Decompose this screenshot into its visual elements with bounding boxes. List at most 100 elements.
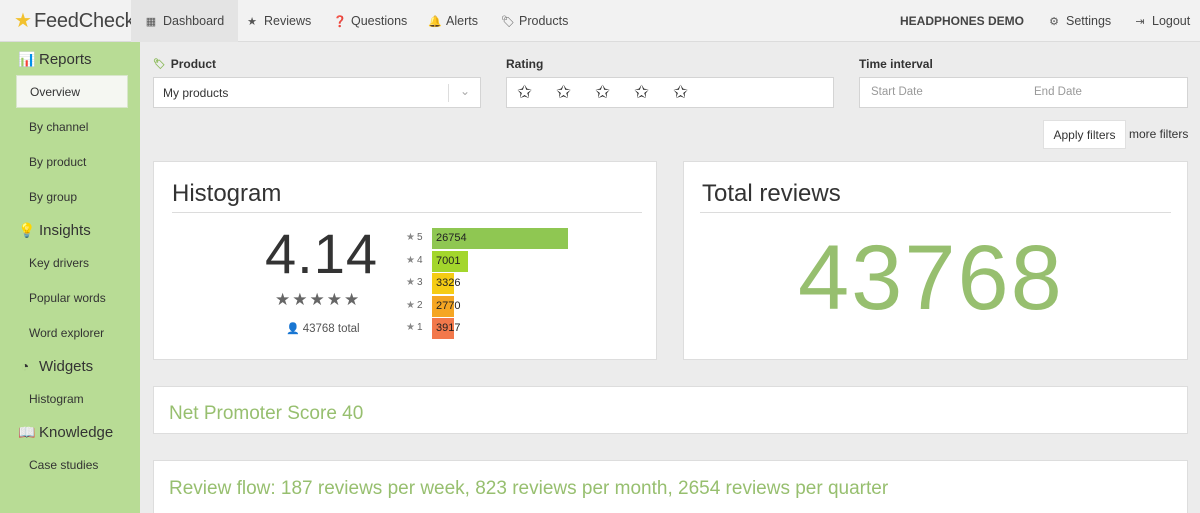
brand-name: FeedCheck: [33, 9, 135, 32]
sidebar-section-insights: 💡 Insights: [18, 219, 91, 241]
histogram-bar-value: 2770: [436, 300, 461, 312]
rating-filter: ✩ ✩ ✩ ✩ ✩: [506, 77, 834, 108]
nav-dashboard-label: Dashboard: [163, 14, 225, 28]
sidebar-item-histogram[interactable]: Histogram: [16, 382, 128, 415]
product-filter-label: 🏷 Product: [153, 57, 216, 71]
histogram-row-label: ★ 4: [406, 255, 423, 266]
rating-star-3-icon[interactable]: ✩: [595, 83, 610, 101]
sidebar-section-label: Widgets: [39, 357, 94, 375]
bell-icon: 🔔: [428, 15, 442, 28]
nav-logout[interactable]: ⇥ Logout: [1120, 0, 1200, 42]
product-select[interactable]: My products ⌄: [153, 77, 481, 108]
average-rating: 4.14: [265, 222, 378, 285]
histogram-card: Histogram: [153, 161, 657, 360]
star-icon: ★: [247, 15, 257, 28]
nav-questions[interactable]: ❓ Questions: [319, 0, 421, 42]
nps-text: Net Promoter Score 40: [169, 403, 364, 424]
rating-star-2-icon[interactable]: ✩: [556, 83, 571, 101]
histogram-bar-value: 3326: [436, 277, 461, 289]
lightbulb-icon: 💡: [18, 221, 36, 238]
top-nav-bar: ★ FeedCheck ▦ Dashboard ★ Reviews ❓ Ques…: [0, 0, 1200, 42]
histogram-title: Histogram: [172, 180, 282, 207]
apply-filters-button[interactable]: Apply filters: [1043, 120, 1126, 149]
total-count-text: 43768 total: [302, 322, 360, 335]
review-flow-text: Review flow: 187 reviews per week, 823 r…: [169, 478, 889, 499]
total-reviews-value: 43768: [798, 227, 1064, 329]
star-level: 2: [416, 300, 423, 311]
review-flow-card: Review flow: 187 reviews per week, 823 r…: [153, 460, 1188, 513]
histogram-row-label: ★ 2: [406, 300, 423, 311]
dashboard-gauge-icon: ◔: [20, 358, 30, 374]
brand-logo[interactable]: ★ FeedCheck: [14, 6, 135, 36]
histogram-bar-value: 7001: [436, 255, 461, 267]
grid-icon: ▦: [145, 15, 157, 28]
tags-icon: 🏷: [501, 15, 515, 28]
star-level: 1: [416, 322, 423, 333]
nav-reviews[interactable]: ★ Reviews: [232, 0, 325, 42]
time-interval-label: Time interval: [859, 57, 933, 71]
product-select-value: My products: [163, 85, 229, 100]
star-level: 4: [416, 255, 423, 266]
rating-star-1-icon[interactable]: ✩: [517, 83, 532, 101]
sidebar-section-label: Knowledge: [39, 423, 114, 441]
sidebar-item-case-studies[interactable]: Case studies: [16, 448, 128, 481]
histogram-row-label: ★ 1: [406, 322, 423, 333]
chevron-down-icon[interactable]: ⌄: [460, 84, 470, 98]
bar-chart-icon: 📊: [18, 50, 36, 67]
star-icon: ★: [406, 232, 415, 243]
star-level: 3: [416, 277, 423, 288]
sidebar: 📊 Reports Overview By channel By product…: [0, 42, 140, 513]
nav-products[interactable]: 🏷 Products: [487, 0, 582, 42]
sidebar-item-by-channel[interactable]: By channel: [16, 110, 128, 143]
sidebar-item-by-group[interactable]: By group: [16, 180, 128, 213]
title-divider: [700, 212, 1171, 213]
nps-card: Net Promoter Score 40: [153, 386, 1188, 434]
question-icon: ❓: [333, 15, 347, 28]
nav-settings[interactable]: ⚙ Settings: [1034, 0, 1125, 42]
start-date-input[interactable]: Start Date: [871, 86, 923, 98]
star-icon: ★: [406, 255, 415, 266]
title-divider: [172, 212, 642, 213]
user-icon: 👤: [286, 323, 300, 335]
sidebar-section-label: Reports: [39, 50, 92, 68]
nav-products-label: Products: [519, 14, 569, 28]
sidebar-section-label: Insights: [39, 221, 91, 239]
product-label-text: Product: [170, 57, 217, 71]
logo-star-icon: ★: [14, 10, 32, 32]
histogram-bar-value: 26754: [436, 232, 467, 244]
sidebar-item-popular-words[interactable]: Popular words: [16, 281, 128, 314]
star-icon: ★: [406, 322, 415, 333]
total-reviews-title: Total reviews: [702, 180, 841, 207]
star-icon: ★: [406, 277, 415, 288]
nav-alerts[interactable]: 🔔 Alerts: [414, 0, 492, 42]
nav-logout-label: Logout: [1152, 14, 1191, 28]
nav-reviews-label: Reviews: [264, 14, 312, 28]
book-icon: 📖: [18, 423, 36, 440]
nav-dashboard[interactable]: ▦ Dashboard: [131, 0, 239, 42]
star-icon: ★: [406, 300, 415, 311]
histogram-row-label: ★ 3: [406, 277, 423, 288]
histogram-bar-value: 3917: [436, 322, 461, 334]
sidebar-item-overview[interactable]: Overview: [16, 75, 128, 108]
gear-icon: ⚙: [1049, 15, 1059, 28]
demo-account-label[interactable]: HEADPHONES DEMO: [900, 0, 1024, 42]
sidebar-section-widgets: ◔ Widgets: [18, 355, 93, 377]
rating-star-5-icon[interactable]: ✩: [673, 83, 688, 101]
nav-questions-label: Questions: [351, 14, 408, 28]
more-filters-link[interactable]: more filters: [1129, 127, 1188, 141]
end-date-input[interactable]: End Date: [1034, 86, 1082, 98]
logout-icon: ⇥: [1135, 15, 1145, 28]
rating-star-4-icon[interactable]: ✩: [634, 83, 649, 101]
nav-settings-label: Settings: [1066, 14, 1112, 28]
nav-alerts-label: Alerts: [446, 14, 478, 28]
star-level: 5: [416, 232, 423, 243]
sidebar-item-key-drivers[interactable]: Key drivers: [16, 246, 128, 279]
date-range-input: Start Date End Date: [859, 77, 1188, 108]
histogram-row-label: ★ 5: [406, 232, 423, 243]
sidebar-item-word-explorer[interactable]: Word explorer: [16, 316, 128, 349]
total-count: 👤 43768 total: [286, 322, 360, 336]
tag-icon: 🏷: [153, 58, 166, 70]
sidebar-item-by-product[interactable]: By product: [16, 145, 128, 178]
sidebar-section-knowledge: 📖 Knowledge: [18, 421, 113, 443]
rating-filter-label: Rating: [506, 57, 544, 71]
